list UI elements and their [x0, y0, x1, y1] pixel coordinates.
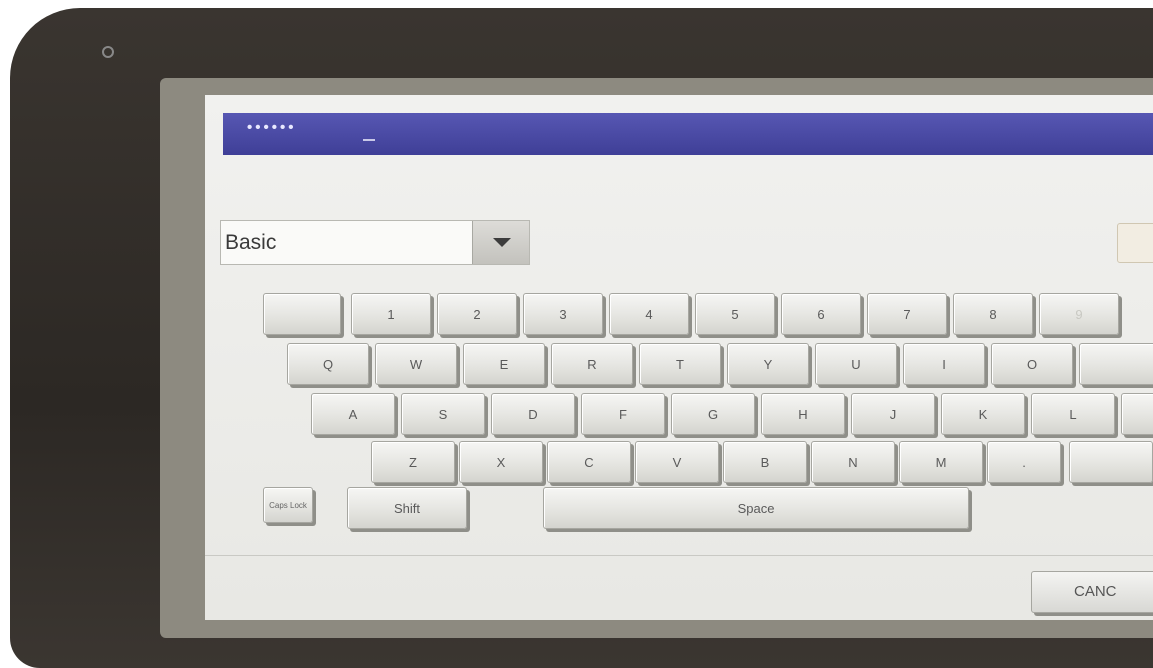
key-b[interactable]: B: [723, 441, 807, 483]
key-n[interactable]: N: [811, 441, 895, 483]
key-w[interactable]: W: [375, 343, 457, 385]
keyboard-mode-select[interactable]: Basic: [220, 220, 530, 265]
key-1[interactable]: 1: [351, 293, 431, 335]
key-d[interactable]: D: [491, 393, 575, 435]
space-key[interactable]: Space: [543, 487, 969, 529]
key-e[interactable]: E: [463, 343, 545, 385]
key-7[interactable]: 7: [867, 293, 947, 335]
key-o[interactable]: O: [991, 343, 1073, 385]
key-f[interactable]: F: [581, 393, 665, 435]
caps-lock-key[interactable]: Caps Lock: [263, 487, 313, 523]
key-j[interactable]: J: [851, 393, 935, 435]
key-backtick[interactable]: [263, 293, 341, 335]
key-t[interactable]: T: [639, 343, 721, 385]
key-q[interactable]: Q: [287, 343, 369, 385]
key-2[interactable]: 2: [437, 293, 517, 335]
key-5[interactable]: 5: [695, 293, 775, 335]
key-3[interactable]: 3: [523, 293, 603, 335]
key-8[interactable]: 8: [953, 293, 1033, 335]
key-9[interactable]: 9: [1039, 293, 1119, 335]
key-v[interactable]: V: [635, 441, 719, 483]
key-k[interactable]: K: [941, 393, 1025, 435]
key-r[interactable]: R: [551, 343, 633, 385]
text-cursor: [363, 139, 375, 141]
key-4[interactable]: 4: [609, 293, 689, 335]
key-m[interactable]: M: [899, 441, 983, 483]
shift-key[interactable]: Shift: [347, 487, 467, 529]
key-u[interactable]: U: [815, 343, 897, 385]
chevron-down-icon[interactable]: [472, 221, 529, 264]
key-slash[interactable]: [1069, 441, 1153, 483]
key-i[interactable]: I: [903, 343, 985, 385]
side-tab-button[interactable]: [1117, 223, 1153, 263]
key-semicolon[interactable]: [1121, 393, 1153, 435]
cancel-button[interactable]: CANC: [1031, 571, 1153, 613]
key-y[interactable]: Y: [727, 343, 809, 385]
key-g[interactable]: G: [671, 393, 755, 435]
key-h[interactable]: H: [761, 393, 845, 435]
footer-divider: [205, 555, 1153, 556]
key-x[interactable]: X: [459, 441, 543, 483]
key-a[interactable]: A: [311, 393, 395, 435]
touch-screen: •••••• Basic 1 2 3 4 5 6 7 8 9 Q W E R T…: [205, 95, 1153, 620]
key-l[interactable]: L: [1031, 393, 1115, 435]
key-s[interactable]: S: [401, 393, 485, 435]
key-period[interactable]: .: [987, 441, 1061, 483]
password-input[interactable]: ••••••: [247, 119, 297, 136]
key-z[interactable]: Z: [371, 441, 455, 483]
password-entry-bar[interactable]: ••••••: [223, 113, 1153, 155]
key-p[interactable]: [1079, 343, 1153, 385]
keyboard-mode-label: Basic: [225, 231, 277, 254]
power-indicator-icon: [102, 46, 114, 58]
key-c[interactable]: C: [547, 441, 631, 483]
key-6[interactable]: 6: [781, 293, 861, 335]
